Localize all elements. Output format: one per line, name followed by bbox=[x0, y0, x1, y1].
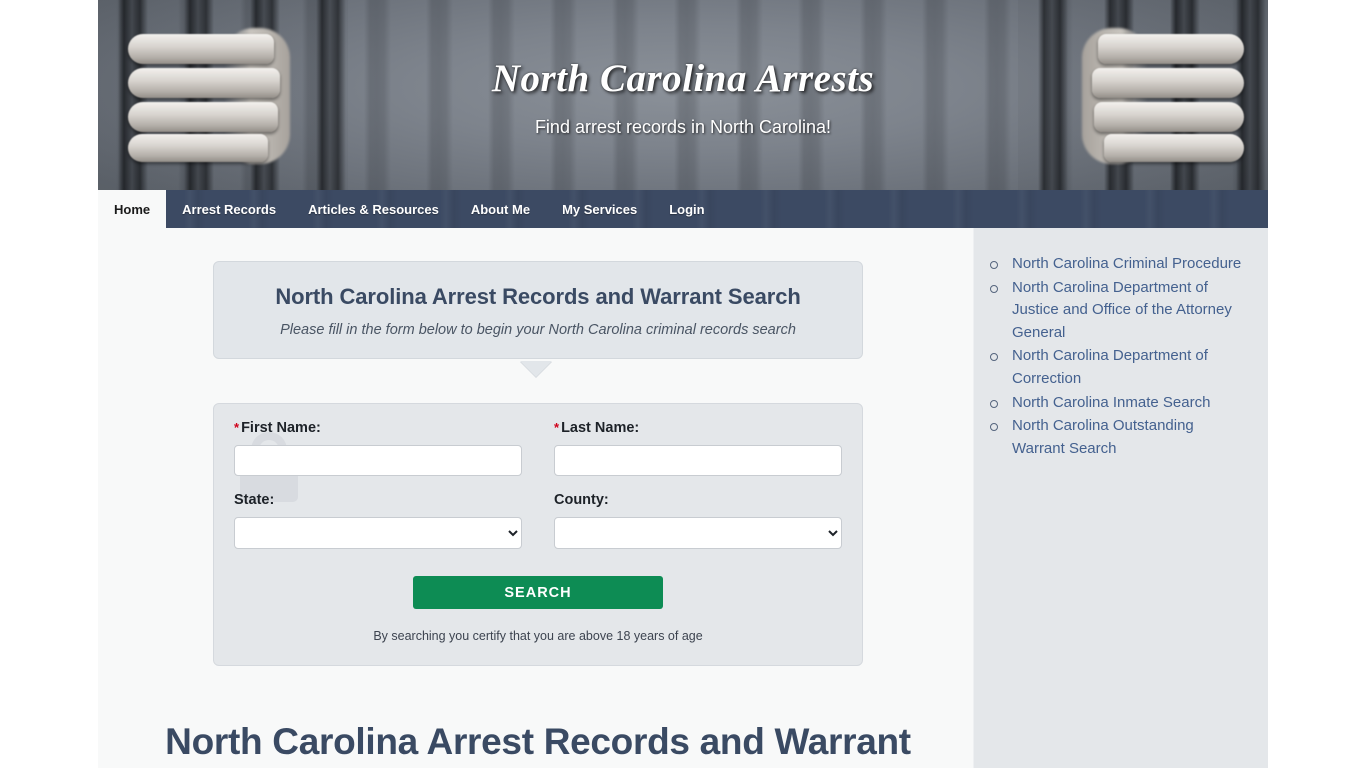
county-field-group: County: bbox=[554, 492, 842, 549]
search-form-panel: * First Name: * Last Name: State: County… bbox=[213, 403, 863, 666]
list-item: North Carolina Inmate Search bbox=[990, 392, 1248, 416]
list-item: North Carolina Outstanding Warrant Searc… bbox=[990, 415, 1248, 461]
knuckle bbox=[128, 134, 268, 162]
main-navigation: Home Arrest Records Articles & Resources… bbox=[98, 190, 1268, 228]
search-callout: North Carolina Arrest Records and Warran… bbox=[213, 261, 863, 359]
knuckle bbox=[1104, 134, 1244, 162]
required-asterisk: * bbox=[234, 420, 240, 435]
sidebar-link-inmate-search[interactable]: North Carolina Inmate Search bbox=[1012, 394, 1210, 411]
county-select[interactable] bbox=[554, 517, 842, 549]
first-name-input[interactable] bbox=[234, 445, 522, 476]
page-root: North Carolina Arrests Find arrest recor… bbox=[0, 0, 1366, 768]
nav-item-about-me[interactable]: About Me bbox=[455, 190, 546, 228]
required-asterisk: * bbox=[554, 420, 560, 435]
sidebar-link-department-of-justice[interactable]: North Carolina Department of Justice and… bbox=[1012, 279, 1232, 341]
site-title: North Carolina Arrests bbox=[491, 57, 875, 100]
nav-item-login[interactable]: Login bbox=[653, 190, 720, 228]
nav-item-articles-resources[interactable]: Articles & Resources bbox=[292, 190, 455, 228]
first-name-label-text: First Name: bbox=[241, 420, 321, 436]
first-name-label: * First Name: bbox=[234, 420, 522, 436]
bullet-circle-icon bbox=[990, 353, 998, 362]
last-name-input[interactable] bbox=[554, 445, 842, 476]
state-label: State: bbox=[234, 492, 275, 508]
list-item: North Carolina Criminal Procedure bbox=[990, 253, 1248, 277]
nav-item-home[interactable]: Home bbox=[98, 190, 167, 228]
last-name-field-group: * Last Name: bbox=[554, 420, 842, 476]
site-banner: North Carolina Arrests Find arrest recor… bbox=[98, 0, 1268, 190]
nav-item-arrest-records[interactable]: Arrest Records bbox=[166, 190, 292, 228]
bullet-circle-icon bbox=[990, 399, 998, 408]
list-item: North Carolina Department of Correction bbox=[990, 345, 1248, 391]
callout-pointer-arrow bbox=[519, 361, 552, 377]
sidebar: North Carolina Criminal Procedure North … bbox=[973, 228, 1268, 768]
name-row: * First Name: * Last Name: bbox=[234, 420, 842, 476]
first-name-field-group: * First Name: bbox=[234, 420, 522, 476]
state-select[interactable] bbox=[234, 517, 522, 549]
row-spacer bbox=[234, 476, 842, 492]
bullet-circle-icon bbox=[990, 284, 998, 293]
callout-title: North Carolina Arrest Records and Warran… bbox=[275, 284, 801, 309]
state-field-group: State: bbox=[234, 492, 522, 549]
age-disclaimer: By searching you certify that you are ab… bbox=[373, 629, 703, 643]
bullet-circle-icon bbox=[990, 261, 998, 269]
county-label: County: bbox=[554, 492, 609, 508]
site-tagline: Find arrest records in North Carolina! bbox=[534, 117, 832, 137]
last-name-label: * Last Name: bbox=[554, 420, 842, 436]
bullet-circle-icon bbox=[990, 423, 998, 432]
last-name-label-text: Last Name: bbox=[561, 420, 640, 436]
search-button[interactable]: SEARCH bbox=[413, 576, 663, 609]
sidebar-link-outstanding-warrant-search[interactable]: North Carolina Outstanding Warrant Searc… bbox=[1012, 417, 1194, 457]
location-row: State: County: bbox=[234, 492, 842, 549]
content-shell: North Carolina Arrest Records and Warran… bbox=[98, 228, 1268, 768]
callout-subtitle: Please fill in the form below to begin y… bbox=[280, 322, 796, 338]
sidebar-link-list: North Carolina Criminal Procedure North … bbox=[974, 228, 1268, 461]
main-column: North Carolina Arrest Records and Warran… bbox=[98, 228, 973, 768]
sidebar-link-criminal-procedure[interactable]: North Carolina Criminal Procedure bbox=[1012, 255, 1241, 272]
search-button-wrap: SEARCH bbox=[234, 576, 842, 609]
page-title: North Carolina Arrest Records and Warran… bbox=[165, 720, 911, 768]
nav-item-my-services[interactable]: My Services bbox=[546, 190, 653, 228]
sidebar-link-department-of-correction[interactable]: North Carolina Department of Correction bbox=[1012, 347, 1208, 387]
list-item: North Carolina Department of Justice and… bbox=[990, 277, 1248, 346]
